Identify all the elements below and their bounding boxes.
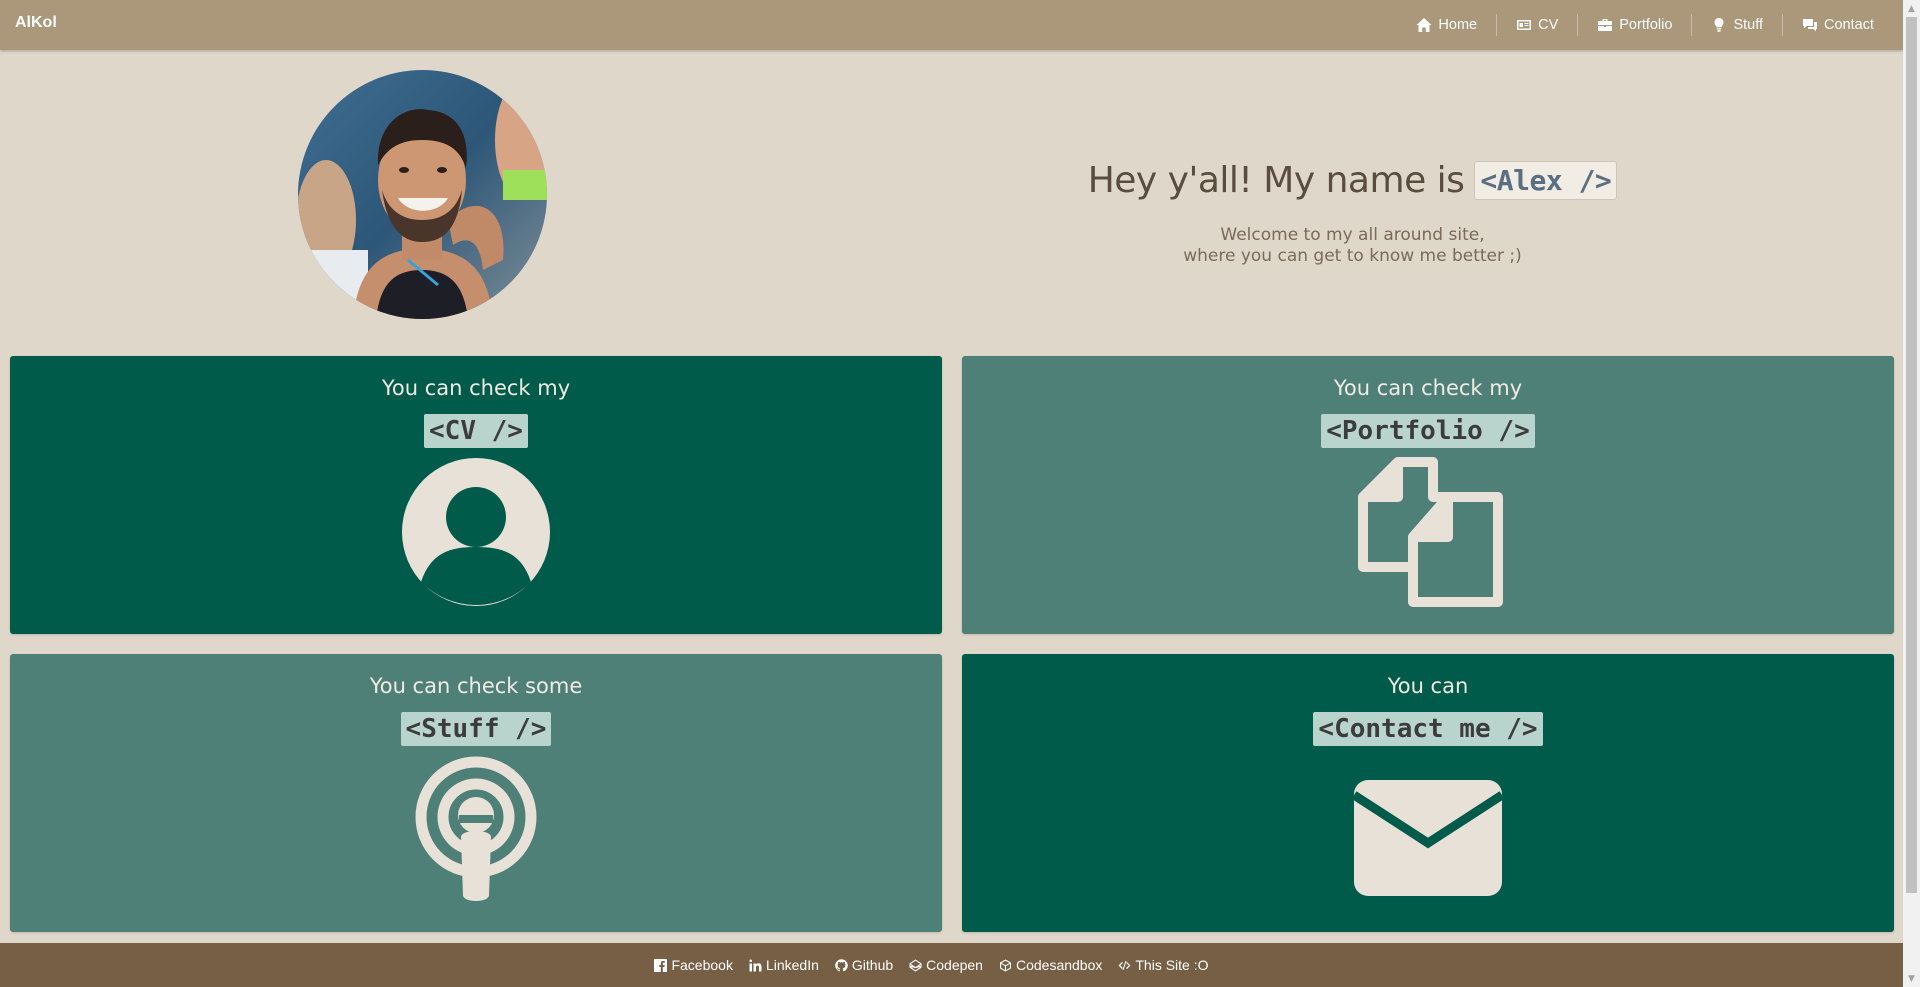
card-cv[interactable]: You can check my <CV /> — [10, 356, 942, 634]
footer-link-codesandbox[interactable]: Codesandbox — [999, 957, 1102, 973]
brand-logo[interactable]: AlKol — [15, 14, 57, 32]
top-navbar: AlKol Home CV Portfolio Stuff Contact — [0, 0, 1903, 50]
scroll-up-arrow-icon[interactable]: ▲ — [1903, 0, 1920, 17]
footer-link-linkedin[interactable]: LinkedIn — [749, 957, 819, 973]
card-heading: You can check my — [1333, 376, 1523, 400]
hero-subtitle-line: Welcome to my all around site, — [1220, 225, 1485, 245]
footer-link-github[interactable]: Github — [835, 957, 893, 973]
footer-link-label: Codesandbox — [1015, 957, 1103, 973]
card-portfolio[interactable]: You can check my <Portfolio /> — [962, 356, 1894, 634]
card-tag: <CV /> — [424, 414, 528, 448]
envelope-icon — [1353, 780, 1503, 896]
comments-icon — [1803, 19, 1818, 32]
nav-item-portfolio[interactable]: Portfolio — [1577, 14, 1691, 36]
nav-item-label: Contact — [1824, 17, 1874, 33]
user-circle-icon — [402, 458, 550, 606]
card-tag: <Portfolio /> — [1321, 414, 1535, 448]
lightbulb-icon — [1714, 18, 1724, 32]
linkedin-icon — [749, 959, 762, 971]
card-tag: <Contact me /> — [1313, 712, 1543, 746]
hero-subtitle: Welcome to my all around site, where you… — [1000, 225, 1705, 267]
footer-link-label: Facebook — [671, 957, 733, 973]
scrollbar-thumb[interactable] — [1906, 17, 1917, 893]
nav-item-cv[interactable]: CV — [1496, 14, 1577, 36]
nav-item-home[interactable]: Home — [1397, 14, 1496, 36]
card-heading: You can check my — [381, 376, 571, 400]
facebook-icon — [654, 958, 668, 972]
nav-item-contact[interactable]: Contact — [1782, 14, 1893, 36]
codesandbox-icon — [999, 959, 1011, 971]
card-contact[interactable]: You can <Contact me /> — [962, 654, 1894, 932]
card-heading: You can — [1387, 674, 1469, 698]
card-stuff[interactable]: You can check some <Stuff /> — [10, 654, 942, 932]
profile-photo — [298, 70, 547, 319]
scroll-down-arrow-icon[interactable]: ▼ — [1903, 970, 1920, 987]
hero-title-text: Hey y'all! My name is — [1087, 160, 1465, 201]
footer-link-label: Github — [851, 957, 894, 973]
footer-link-label: Codepen — [926, 957, 983, 973]
card-tag: <Stuff /> — [400, 712, 552, 746]
nav-links: Home CV Portfolio Stuff Contact — [1397, 0, 1893, 50]
footer-link-label: This Site :O — [1135, 957, 1209, 973]
footer-link-codepen[interactable]: Codepen — [909, 957, 983, 973]
copy-files-icon — [1358, 457, 1503, 607]
nav-item-label: Home — [1438, 17, 1478, 33]
hero-title: Hey y'all! My name is <Alex /> — [1088, 160, 1618, 201]
footer: Facebook LinkedIn Github Codepen Codesan… — [0, 943, 1903, 987]
id-card-icon — [1517, 20, 1532, 30]
code-icon — [1118, 960, 1131, 970]
home-icon — [1416, 18, 1432, 32]
footer-link-facebook[interactable]: Facebook — [654, 957, 733, 973]
nav-item-stuff[interactable]: Stuff — [1691, 14, 1782, 36]
footer-link-label: LinkedIn — [765, 957, 819, 973]
briefcase-icon — [1598, 19, 1613, 31]
nav-item-label: CV — [1538, 17, 1559, 33]
name-tag: <Alex /> — [1474, 161, 1618, 200]
card-heading: You can check some — [369, 674, 583, 698]
nav-item-label: Portfolio — [1619, 17, 1673, 33]
footer-link-this-site[interactable]: This Site :O — [1118, 957, 1209, 973]
nav-item-label: Stuff — [1733, 17, 1764, 33]
codepen-icon — [909, 959, 922, 971]
hero-intro: Hey y'all! My name is <Alex /> Welcome t… — [1000, 160, 1705, 267]
github-icon — [835, 958, 848, 971]
profile-photo-image — [298, 70, 547, 319]
podcast-icon — [415, 756, 537, 901]
hero-subtitle-line: where you can get to know me better ;) — [1183, 246, 1522, 266]
page-scrollbar[interactable]: ▲ ▼ — [1903, 0, 1920, 987]
